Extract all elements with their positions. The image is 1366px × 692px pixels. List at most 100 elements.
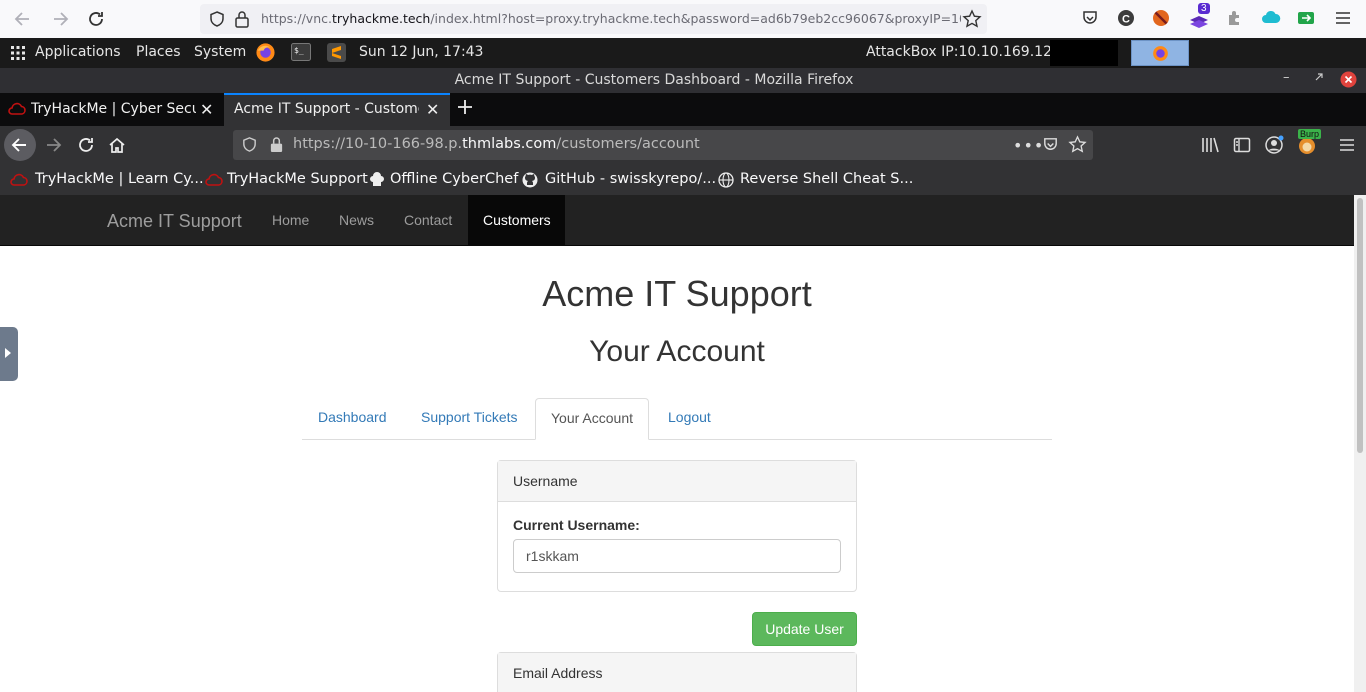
redacted-area [1050, 40, 1118, 66]
close-tab-icon[interactable]: ✕ [426, 100, 439, 119]
tab-support-tickets[interactable]: Support Tickets [406, 398, 533, 440]
lock-icon[interactable] [269, 136, 284, 153]
terminal-icon[interactable]: $_ [291, 43, 311, 61]
minimize-icon[interactable]: – [1283, 70, 1290, 85]
nav-news[interactable]: News [324, 195, 389, 245]
vnc-side-panel-handle[interactable] [0, 327, 18, 381]
tab-label: TryHackMe | Cyber Secur [31, 101, 196, 117]
firefox-taskbar-icon [1152, 45, 1169, 62]
url-domain: thmlabs.com [462, 136, 557, 152]
site-brand[interactable]: Acme IT Support [107, 211, 242, 232]
email-panel-heading: Email Address [498, 653, 856, 692]
tab-label: Acme IT Support - Customer [234, 101, 419, 117]
page-scrollbar[interactable] [1354, 195, 1366, 692]
tab-dashboard[interactable]: Dashboard [303, 398, 402, 440]
cloud-icon[interactable] [1260, 8, 1281, 28]
library-icon[interactable] [1200, 136, 1220, 154]
tab-your-account[interactable]: Your Account [535, 398, 649, 440]
svg-text:C: C [1122, 14, 1130, 26]
burp-badge: Burp [1298, 129, 1322, 139]
username-panel-heading: Username [498, 461, 856, 502]
bookmark-label: Reverse Shell Cheat S... [740, 171, 914, 187]
close-window-icon[interactable] [1340, 71, 1357, 88]
applications-menu[interactable]: Applications [35, 44, 121, 60]
firefox-launcher-icon[interactable] [255, 42, 276, 63]
current-username-label: Current Username: [513, 517, 640, 533]
bookmark-star-icon[interactable] [962, 9, 982, 29]
username-panel: Username Current Username: [497, 460, 857, 592]
reload-icon[interactable] [76, 135, 96, 155]
page-heading: Acme IT Support [542, 273, 812, 314]
places-menu[interactable]: Places [136, 44, 181, 60]
badge-extension-icon[interactable]: 3 [1188, 3, 1210, 28]
account-tabs: Dashboard Support Tickets Your Account L… [302, 398, 1052, 440]
account-icon[interactable] [1264, 135, 1284, 155]
host-address-bar[interactable]: https://vnc.tryhackme.tech/index.html?ho… [200, 4, 987, 34]
hamburger-menu-icon[interactable] [1338, 136, 1356, 154]
reload-icon[interactable] [85, 8, 107, 30]
apps-grid-icon[interactable] [10, 45, 26, 61]
foxyproxy-icon[interactable]: Burp [1296, 129, 1322, 156]
tab-logout[interactable]: Logout [653, 398, 726, 440]
pocket-icon[interactable] [1080, 8, 1100, 28]
close-tab-icon[interactable]: ✕ [200, 100, 213, 119]
bookmark-star-icon[interactable] [1068, 135, 1087, 154]
scrollbar-thumb[interactable] [1357, 198, 1363, 453]
back-arrow-icon[interactable] [12, 8, 34, 30]
extension-badge-count: 3 [1198, 3, 1210, 14]
nav-home[interactable]: Home [257, 195, 324, 245]
update-user-button[interactable]: Update User [752, 612, 857, 646]
system-menu[interactable]: System [194, 44, 246, 60]
blocker-extension-icon[interactable] [1151, 8, 1171, 28]
host-url-text: https://vnc.tryhackme.tech/index.html?ho… [261, 11, 961, 26]
firefox-url-text: https://10-10-166-98.p.thmlabs.com/custo… [293, 136, 700, 152]
forward-arrow-icon[interactable] [49, 8, 71, 30]
tab-acme-it-support[interactable]: Acme IT Support - Customer ✕ [224, 93, 450, 126]
sublime-text-icon[interactable] [327, 43, 346, 62]
expand-arrow-icon [4, 347, 12, 359]
nav-customers[interactable]: Customers [468, 195, 565, 245]
host-url-domain: tryhackme.tech [331, 11, 431, 26]
tryhackme-tab-icon [8, 102, 26, 116]
tryhackme-icon [205, 173, 223, 187]
back-button[interactable] [4, 129, 36, 161]
sidebar-icon[interactable] [1233, 136, 1251, 154]
bookmark-label: TryHackMe Support [227, 171, 368, 187]
bookmark-label: TryHackMe | Learn Cy... [35, 171, 204, 187]
tab-tryhackme[interactable]: TryHackMe | Cyber Secur ✕ [0, 93, 222, 126]
url-path: /customers/account [556, 136, 700, 152]
page-actions-icon[interactable]: ••• [1013, 136, 1044, 155]
home-icon[interactable] [107, 135, 127, 155]
globe-icon [718, 172, 734, 188]
host-browser-toolbar: https://vnc.tryhackme.tech/index.html?ho… [0, 0, 1366, 38]
forward-arrow-icon[interactable] [43, 135, 63, 155]
tab-bar: TryHackMe | Cyber Secur ✕ Acme IT Suppor… [0, 93, 1366, 126]
bookmark-tryhackme-learn[interactable]: TryHackMe | Learn Cy... [10, 171, 204, 187]
username-input[interactable] [513, 539, 841, 573]
bookmark-offline-cyberchef[interactable]: Offline CyberChef [369, 171, 518, 187]
back-arrow-icon [10, 135, 30, 155]
clock[interactable]: Sun 12 Jun, 17:43 [359, 44, 483, 60]
chef-hat-icon [369, 172, 385, 188]
window-title: Acme IT Support - Customers Dashboard - … [454, 72, 854, 88]
github-icon [522, 172, 538, 188]
maximize-icon[interactable] [1313, 71, 1325, 83]
new-tab-icon[interactable] [456, 98, 474, 116]
hamburger-menu-icon[interactable] [1333, 8, 1353, 28]
green-extension-icon[interactable] [1296, 8, 1316, 28]
shield-icon[interactable] [208, 10, 226, 28]
lock-icon[interactable] [234, 10, 250, 28]
nav-contact[interactable]: Contact [389, 195, 467, 245]
c-extension-icon[interactable]: C [1116, 8, 1136, 28]
web-page: Acme IT Support Home News Contact Custom… [0, 195, 1354, 692]
bookmark-reverse-shell[interactable]: Reverse Shell Cheat S... [718, 171, 914, 188]
firefox-address-bar[interactable]: https://10-10-166-98.p.thmlabs.com/custo… [233, 130, 1093, 160]
pocket-icon[interactable] [1041, 135, 1060, 154]
host-url-rest: /index.html?host=proxy.tryhackme.tech&pa… [430, 11, 961, 26]
bookmark-github[interactable]: GitHub - swisskyrepo/... [522, 171, 716, 188]
bookmark-tryhackme-support[interactable]: TryHackMe Support [205, 171, 368, 187]
puzzle-icon[interactable] [1225, 8, 1245, 28]
firefox-taskbar-button[interactable] [1131, 40, 1189, 66]
firefox-navigation-bar: https://10-10-166-98.p.thmlabs.com/custo… [0, 126, 1366, 164]
shield-icon[interactable] [241, 136, 258, 153]
